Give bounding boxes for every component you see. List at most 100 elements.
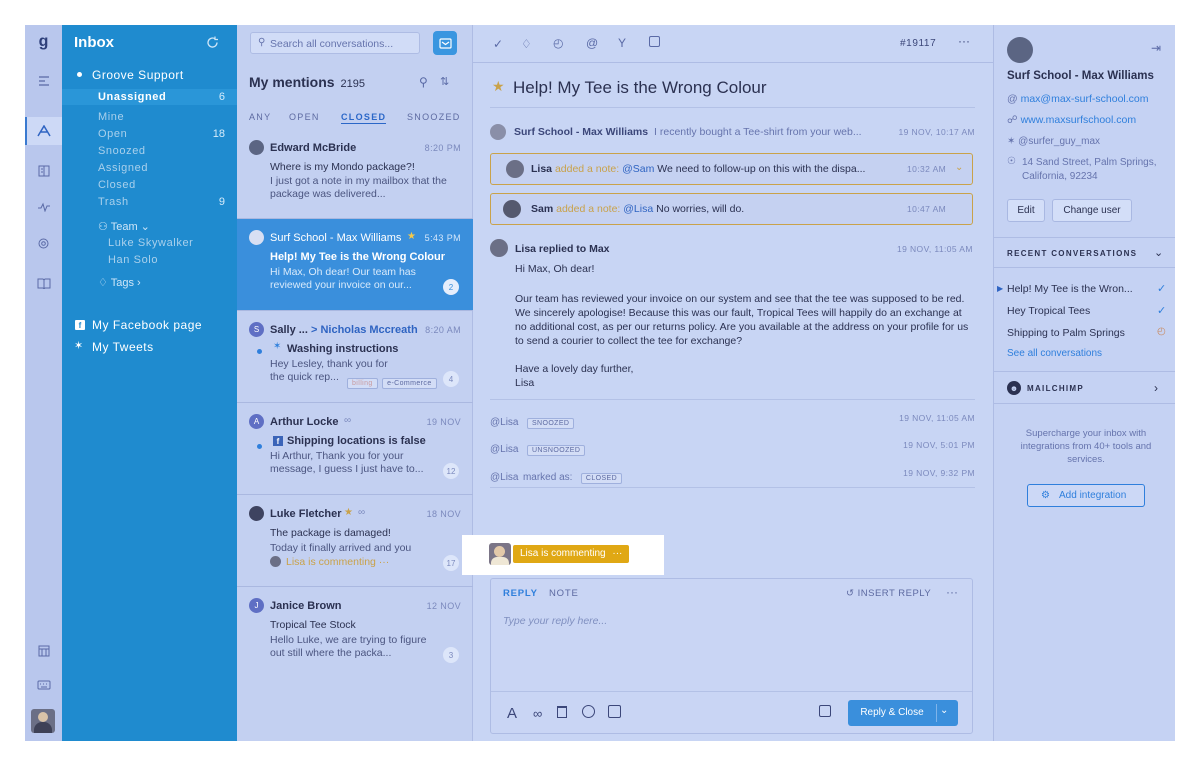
attachment-icon[interactable]: ∞ [533, 706, 542, 721]
emoji-icon[interactable] [582, 705, 595, 718]
compose-button[interactable] [433, 31, 457, 55]
add-integration-button[interactable]: ⚙ Add integration [1027, 484, 1145, 507]
search-input[interactable]: Search all conversations... [270, 38, 393, 50]
kb-article-icon[interactable] [608, 705, 621, 718]
change-user-button[interactable]: Change user [1052, 199, 1132, 222]
edit-customer-button[interactable]: Edit [1007, 199, 1045, 222]
chevron-down-icon[interactable]: ⌄ [1154, 246, 1163, 259]
event-text: marked as: [522, 472, 573, 483]
tag-billing[interactable]: billing [347, 378, 378, 389]
unread-dot-icon [257, 444, 262, 449]
folder-assigned[interactable]: Assigned [98, 162, 148, 174]
star-icon[interactable]: ★ [344, 507, 353, 518]
filter-closed[interactable]: CLOSED [341, 112, 387, 124]
team-icon: ⚇ [98, 221, 111, 233]
menu-icon[interactable] [25, 67, 62, 95]
collapsed-message[interactable]: Surf School - Max Williams I recently bo… [490, 121, 975, 143]
channel-tweets[interactable]: My Tweets [92, 340, 154, 354]
event-status-tag: CLOSED [580, 473, 623, 484]
event-status-tag: UNSNOOZED [526, 445, 586, 456]
trash-icon[interactable] [557, 706, 567, 718]
check-icon[interactable]: ✓ [493, 37, 503, 51]
team-member-han[interactable]: Han Solo [108, 254, 158, 266]
tab-note[interactable]: NOTE [549, 588, 579, 599]
conversation-item-active[interactable]: Surf School - Max Williams ★ 5:43 PM Hel… [237, 219, 473, 311]
current-marker-icon: ▶ [997, 284, 1004, 293]
merge-icon[interactable]: Y [618, 36, 626, 50]
more-icon[interactable]: ··· [958, 34, 970, 48]
recent-conversation-item[interactable]: Hey Tropical Tees [1007, 305, 1090, 317]
tag-list: billing e-Commerce [347, 372, 437, 390]
recent-conversations-title[interactable]: RECENT CONVERSATIONS [1007, 249, 1137, 258]
chevron-down-icon[interactable]: ⌄ [955, 162, 963, 173]
insert-reply-button[interactable]: ↺ INSERT REPLY [846, 588, 931, 599]
groove-logo[interactable]: g [25, 31, 62, 53]
recent-conversation-item[interactable]: Help! My Tee is the Wron... [1007, 283, 1133, 295]
filter-snoozed[interactable]: SNOOZED [407, 112, 461, 122]
conversation-item[interactable]: Luke Fletcher ★ ∞ 18 NOV The package is … [237, 495, 473, 587]
customer-email-row[interactable]: @ max@max-surf-school.com [1007, 93, 1149, 105]
folder-mine[interactable]: Mine [98, 111, 124, 123]
team-member-luke[interactable]: Luke Skywalker [108, 237, 193, 249]
folder-trash[interactable]: Trash [98, 196, 129, 208]
star-icon[interactable]: ★ [407, 231, 416, 242]
filter-open[interactable]: OPEN [289, 112, 320, 122]
see-all-conversations-link[interactable]: See all conversations [1007, 348, 1102, 359]
refresh-icon[interactable] [204, 34, 220, 50]
customer-website-row[interactable]: ☍ www.maxsurfschool.com [1007, 114, 1136, 126]
tags-toggle[interactable]: ♢ Tags › [98, 276, 141, 289]
mailchimp-title[interactable]: MAILCHIMP [1027, 384, 1084, 393]
folder-unassigned[interactable]: Unassigned [98, 91, 166, 103]
conversation-item[interactable]: J Janice Brown 12 NOV Tropical Tee Stock… [237, 587, 473, 679]
reply-avatar [490, 239, 508, 257]
conversation-preview: Today it finally arrived and you [270, 542, 412, 554]
star-icon[interactable]: ★ [492, 78, 505, 95]
avatar: A [249, 414, 264, 429]
conversation-item[interactable]: S Sally ... > Nicholas Mccreath 8:20 AM … [237, 311, 473, 403]
filter-any[interactable]: ANY [249, 112, 271, 122]
reply-textarea[interactable]: Type your reply here... [503, 615, 607, 627]
mailbox-name[interactable]: Groove Support [92, 68, 184, 82]
chevron-right-icon[interactable]: › [1154, 381, 1158, 395]
reply-close-button[interactable]: Reply & Close [848, 707, 936, 718]
tag-ecommerce[interactable]: e-Commerce [382, 378, 437, 389]
internal-note[interactable]: Lisa added a note: @Sam We need to follo… [490, 153, 973, 185]
customer-address: 14 Sand Street, Palm Springs, California… [1022, 157, 1157, 182]
internal-note[interactable]: Sam added a note: @Lisa No worries, will… [490, 193, 973, 225]
assign-icon[interactable] [649, 36, 660, 47]
mention-icon[interactable]: @ [586, 36, 598, 50]
inbox-icon[interactable] [25, 117, 62, 145]
customer-twitter-row[interactable]: ✶ @surfer_guy_max [1007, 136, 1100, 147]
recent-conversation-item[interactable]: Shipping to Palm Springs [1007, 327, 1125, 339]
format-icon[interactable]: A [507, 705, 517, 722]
reply-signoff: Have a lovely day further, [515, 363, 634, 375]
channel-facebook[interactable]: My Facebook page [92, 318, 202, 332]
more-icon[interactable]: ··· [946, 585, 958, 599]
knowledge-base-icon[interactable] [25, 157, 62, 185]
folder-trash-count: 9 [218, 196, 225, 208]
divider [490, 107, 975, 108]
activity-icon[interactable] [25, 193, 62, 221]
book-icon[interactable] [25, 269, 62, 297]
calculator-icon[interactable] [25, 637, 62, 665]
settings-icon[interactable] [25, 229, 62, 257]
sort-icon[interactable]: ⇅ [440, 75, 449, 88]
folder-closed[interactable]: Closed [98, 179, 136, 191]
team-toggle[interactable]: ⚇ Team ⌄ [98, 220, 150, 233]
conversation-item[interactable]: Edward McBride 8:20 PM Where is my Mondo… [237, 129, 473, 219]
note-mention[interactable]: @Lisa [623, 203, 653, 215]
pin-icon[interactable]: ⚲ [419, 75, 428, 89]
conversation-item[interactable]: A Arthur Locke ∞ 19 NOV f Shipping locat… [237, 403, 473, 495]
note-mention[interactable]: @Sam [622, 163, 654, 175]
chevron-down-icon[interactable]: ⌄ [940, 705, 948, 716]
collapse-sidebar-icon[interactable]: ⇥ [1151, 41, 1161, 55]
snooze-icon[interactable]: ◴ [553, 36, 563, 50]
tag-icon[interactable]: ♢ [521, 37, 532, 51]
tab-reply[interactable]: REPLY [503, 588, 538, 599]
folder-open[interactable]: Open [98, 128, 127, 140]
user-avatar[interactable] [31, 709, 55, 733]
keyboard-icon[interactable] [25, 671, 62, 699]
assign-icon[interactable] [819, 705, 831, 717]
search-box[interactable]: ⚲ Search all conversations... [250, 32, 420, 54]
folder-snoozed[interactable]: Snoozed [98, 145, 146, 157]
